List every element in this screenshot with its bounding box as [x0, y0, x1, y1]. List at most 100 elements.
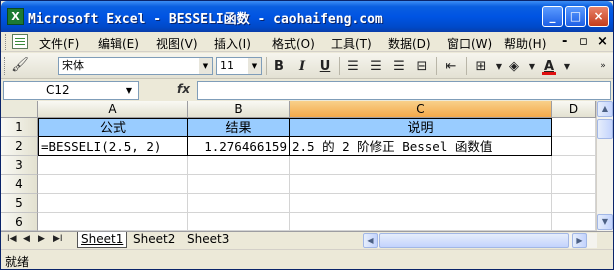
italic-button[interactable]: I [292, 57, 312, 76]
cell-c3[interactable] [290, 156, 552, 175]
align-left-icon[interactable]: ☰ [343, 57, 363, 76]
font-size-value: 11 [220, 59, 234, 72]
row-header-2[interactable]: 2 [1, 137, 38, 156]
cell-c2[interactable]: 2.5 的 2 阶修正 Bessel 函数值 [290, 137, 552, 156]
close-button[interactable]: × [588, 6, 609, 27]
cell-d2[interactable] [552, 137, 596, 156]
cell-c1[interactable]: 说明 [290, 118, 552, 137]
cell-d6[interactable] [552, 213, 596, 231]
maximize-button[interactable]: □ [565, 6, 586, 27]
cell-c4[interactable] [290, 175, 552, 194]
cell-d1[interactable] [552, 118, 596, 137]
doc-minimize-button[interactable]: - [562, 34, 567, 49]
menubar-grip-handle[interactable] [5, 34, 8, 50]
cell-c5[interactable] [290, 194, 552, 213]
merge-center-icon[interactable]: ⊟ [412, 57, 432, 76]
toolbar-grip-handle[interactable] [4, 57, 7, 75]
status-text: 就绪 [5, 255, 30, 269]
bold-button[interactable]: B [269, 57, 289, 76]
cell-a2[interactable]: =BESSELI(2.5, 2) [38, 137, 188, 156]
cell-b6[interactable] [188, 213, 290, 231]
cell-d4[interactable] [552, 175, 596, 194]
first-sheet-icon[interactable]: I◀ [7, 234, 17, 244]
tab-sheet2[interactable]: Sheet2 [130, 232, 178, 248]
row-header-3[interactable]: 3 [1, 156, 38, 175]
decrease-indent-icon[interactable]: ⇤ [441, 57, 461, 76]
font-color-swatch [542, 72, 556, 75]
cell-c6[interactable] [290, 213, 552, 231]
borders-icon[interactable]: ⊞ [471, 57, 491, 76]
cell-b2[interactable]: 1.276466159 [188, 137, 290, 156]
cell-b4[interactable] [188, 175, 290, 194]
doc-close-button[interactable]: × [597, 34, 608, 49]
scroll-right-icon[interactable]: ▶ [572, 233, 587, 248]
chevron-down-icon[interactable]: ▼ [126, 82, 132, 99]
column-header-d[interactable]: D [552, 101, 596, 118]
menu-format[interactable]: 格式(O) [272, 35, 315, 52]
name-box[interactable]: C12 ▼ [3, 81, 139, 100]
row-header-5[interactable]: 5 [1, 194, 38, 213]
minimize-button[interactable]: _ [542, 6, 563, 27]
align-right-icon[interactable]: ☰ [389, 57, 409, 76]
doc-restore-button[interactable]: ▫ [579, 34, 588, 49]
cell-a6[interactable] [38, 213, 188, 231]
worksheet-grid[interactable]: A B C D 1 2 3 4 5 6 公式 结果 说明 =BESSELI(2.… [1, 101, 613, 231]
formula-input[interactable] [197, 81, 611, 100]
font-name-select[interactable]: 宋体 ▼ [58, 57, 213, 75]
underline-button[interactable]: U [315, 57, 335, 76]
workbook-icon[interactable] [12, 34, 28, 49]
cell-a5[interactable] [38, 194, 188, 213]
title-bar[interactable]: X Microsoft Excel - BESSELI函数 - caohaife… [1, 1, 613, 32]
cell-a1[interactable]: 公式 [38, 118, 188, 137]
row-header-1[interactable]: 1 [1, 118, 38, 137]
cell-b5[interactable] [188, 194, 290, 213]
column-header-c[interactable]: C [290, 101, 552, 118]
row-header-6[interactable]: 6 [1, 213, 38, 231]
menu-tools[interactable]: 工具(T) [331, 35, 372, 52]
horizontal-scroll-thumb[interactable] [379, 233, 569, 248]
next-sheet-icon[interactable]: ▶ [38, 234, 45, 244]
chevron-down-icon[interactable]: ▼ [248, 58, 261, 74]
scroll-left-icon[interactable]: ◀ [363, 233, 378, 248]
fx-icon[interactable]: fx [177, 82, 190, 96]
column-header-a[interactable]: A [38, 101, 188, 118]
sheet-tab-bar: I◀ ◀ ▶ ▶I Sheet1 Sheet2 Sheet3 ◀ ▶ [1, 231, 613, 248]
align-center-icon[interactable]: ☰ [366, 57, 386, 76]
scroll-up-icon[interactable]: ▲ [597, 101, 613, 117]
menu-insert[interactable]: 插入(I) [214, 35, 251, 52]
horizontal-scrollbar[interactable]: ◀ ▶ [363, 233, 597, 248]
row-header-4[interactable]: 4 [1, 175, 38, 194]
cell-b3[interactable] [188, 156, 290, 175]
previous-sheet-icon[interactable]: ◀ [23, 234, 30, 244]
formatting-toolbar: 🖌 宋体 ▼ 11 ▼ B I U ☰ ☰ ☰ ⊟ ⇤ ⊞ ▼ ◈ ▼ A ▼ … [1, 53, 613, 79]
format-painter-icon[interactable]: 🖌 [10, 57, 30, 75]
tab-sheet1[interactable]: Sheet1 [77, 232, 128, 248]
vertical-scroll-thumb[interactable] [597, 119, 613, 139]
cell-d3[interactable] [552, 156, 596, 175]
menu-file[interactable]: 文件(F) [39, 35, 79, 52]
scroll-down-icon[interactable]: ▼ [597, 214, 613, 230]
cell-a4[interactable] [38, 175, 188, 194]
cell-a3[interactable] [38, 156, 188, 175]
cell-d5[interactable] [552, 194, 596, 213]
menu-help[interactable]: 帮助(H) [504, 35, 546, 52]
menu-data[interactable]: 数据(D) [388, 35, 431, 52]
status-bar: 就绪 [1, 249, 613, 269]
menu-view[interactable]: 视图(V) [156, 35, 198, 52]
column-header-b[interactable]: B [188, 101, 290, 118]
chevron-down-icon[interactable]: ▼ [557, 57, 577, 76]
tab-sheet3[interactable]: Sheet3 [184, 232, 232, 248]
chevron-down-icon[interactable]: ▼ [199, 58, 212, 74]
window-title: Microsoft Excel - BESSELI函数 - caohaifeng… [28, 12, 383, 27]
menu-edit[interactable]: 编辑(E) [98, 35, 139, 52]
select-all-corner[interactable] [1, 101, 38, 118]
font-size-select[interactable]: 11 ▼ [216, 57, 262, 75]
excel-app-icon[interactable]: X [7, 8, 24, 25]
fill-color-icon[interactable]: ◈ [504, 57, 524, 76]
menu-window[interactable]: 窗口(W) [447, 35, 492, 52]
cell-b1[interactable]: 结果 [188, 118, 290, 137]
last-sheet-icon[interactable]: ▶I [53, 234, 63, 244]
toolbar-options-icon[interactable]: » [596, 57, 610, 76]
font-name-value: 宋体 [62, 59, 84, 72]
vertical-scrollbar[interactable]: ▲ ▼ [596, 101, 613, 231]
